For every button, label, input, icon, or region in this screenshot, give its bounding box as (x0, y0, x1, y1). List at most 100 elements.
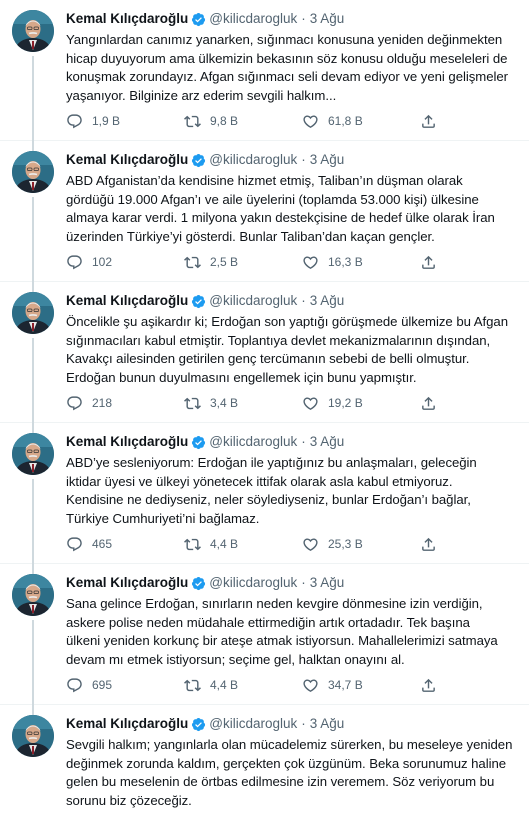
retweet-button[interactable]: 3,4 B (184, 395, 302, 412)
author-name[interactable]: Kemal Kılıçdaroğlu (66, 10, 188, 28)
like-button[interactable]: 16,3 B (302, 254, 420, 271)
tweet-timestamp[interactable]: 3 Ağu (310, 433, 345, 451)
reply-count: 218 (92, 396, 113, 410)
reply-button[interactable]: 218 (66, 395, 184, 412)
avatar[interactable] (12, 10, 54, 52)
tweet-timestamp[interactable]: 3 Ağu (310, 292, 345, 310)
verified-badge-icon (191, 12, 206, 27)
heart-icon (303, 114, 318, 128)
thread-connector-line (32, 338, 34, 434)
tweet-header: Kemal Kılıçdaroğlu @kilicdarogluk · 3 Ağ… (66, 433, 515, 451)
tweet-text: Yangınlardan canımız yanarken, sığınmacı… (66, 32, 509, 103)
author-handle[interactable]: @kilicdarogluk (209, 715, 297, 733)
retweet-count: 4,4 B (210, 537, 239, 551)
retweet-button[interactable]: 9,8 B (184, 113, 302, 130)
reply-count: 102 (92, 255, 113, 269)
share-icon (422, 537, 435, 551)
avatar[interactable] (12, 433, 54, 475)
like-button[interactable]: 34,7 B (302, 677, 420, 694)
retweet-count: 4,4 B (210, 678, 239, 692)
reply-button[interactable]: 465 (66, 536, 184, 553)
author-name[interactable]: Kemal Kılıçdaroğlu (66, 292, 188, 310)
author-name[interactable]: Kemal Kılıçdaroğlu (66, 433, 188, 451)
tweet[interactable]: Kemal Kılıçdaroğlu @kilicdarogluk · 3 Ağ… (0, 564, 529, 716)
retweet-icon (184, 679, 201, 691)
tweet[interactable]: Kemal Kılıçdaroğlu @kilicdarogluk · 3 Ağ… (0, 0, 529, 152)
retweet-button[interactable]: 4,4 B (184, 677, 302, 694)
like-count: 61,8 B (328, 114, 363, 128)
tweet-timestamp[interactable]: 3 Ağu (310, 151, 345, 169)
author-name[interactable]: Kemal Kılıçdaroğlu (66, 715, 188, 733)
reply-button[interactable]: 102 (66, 254, 184, 271)
tweet-text: ABD Afganistan’da kendisine hizmet etmiş… (66, 173, 495, 244)
tweet-actions: 695 4,4 B 34,7 B (66, 675, 450, 695)
avatar[interactable] (12, 715, 54, 757)
tweet-timestamp[interactable]: 3 Ağu (310, 574, 345, 592)
reply-count: 695 (92, 678, 113, 692)
thread-connector-line (32, 479, 34, 575)
like-button[interactable]: 25,3 B (302, 536, 420, 553)
reply-icon (67, 677, 82, 692)
tweet-text: Öncelikle şu aşikardır ki; Erdoğan son y… (66, 314, 508, 385)
tweet[interactable]: Kemal Kılıçdaroğlu @kilicdarogluk · 3 Ağ… (0, 423, 529, 575)
reply-count: 1,9 B (92, 114, 121, 128)
author-handle[interactable]: @kilicdarogluk (209, 151, 297, 169)
verified-badge-icon (191, 717, 206, 732)
share-button[interactable] (420, 536, 450, 553)
tweet-actions: 1,9 B 9,8 B 61,8 B (66, 111, 450, 131)
heart-icon (303, 255, 318, 269)
heart-icon (303, 678, 318, 692)
reply-icon (67, 395, 82, 410)
reply-button[interactable]: 695 (66, 677, 184, 694)
tweet-header: Kemal Kılıçdaroğlu @kilicdarogluk · 3 Ağ… (66, 292, 515, 310)
like-count: 25,3 B (328, 537, 363, 551)
share-icon (422, 396, 435, 410)
verified-badge-icon (191, 576, 206, 591)
reply-button[interactable]: 1,9 B (66, 113, 184, 130)
share-button[interactable] (420, 254, 450, 271)
tweet-actions: 102 2,5 B 16,3 B (66, 252, 450, 272)
author-name[interactable]: Kemal Kılıçdaroğlu (66, 574, 188, 592)
avatar[interactable] (12, 292, 54, 334)
author-handle[interactable]: @kilicdarogluk (209, 433, 297, 451)
verified-badge-icon (191, 294, 206, 309)
share-button[interactable] (420, 113, 450, 130)
retweet-count: 3,4 B (210, 396, 239, 410)
reply-icon (67, 536, 82, 551)
retweet-icon (184, 538, 201, 550)
retweet-icon (184, 115, 201, 127)
share-button[interactable] (420, 395, 450, 412)
retweet-icon (184, 397, 201, 409)
separator-dot: · (301, 575, 306, 590)
avatar[interactable] (12, 574, 54, 616)
author-handle[interactable]: @kilicdarogluk (209, 292, 297, 310)
retweet-button[interactable]: 2,5 B (184, 254, 302, 271)
retweet-button[interactable]: 4,4 B (184, 536, 302, 553)
share-icon (422, 255, 435, 269)
thread-connector-line (32, 620, 34, 716)
separator-dot: · (301, 434, 306, 449)
like-button[interactable]: 19,2 B (302, 395, 420, 412)
tweet[interactable]: Kemal Kılıçdaroğlu @kilicdarogluk · 3 Ağ… (0, 705, 529, 824)
reply-icon (67, 113, 82, 128)
tweet-text: Sevgili halkım; yangınlarla olan mücadel… (66, 737, 513, 808)
author-handle[interactable]: @kilicdarogluk (209, 574, 297, 592)
heart-icon (303, 537, 318, 551)
share-button[interactable] (420, 677, 450, 694)
tweet[interactable]: Kemal Kılıçdaroğlu @kilicdarogluk · 3 Ağ… (0, 141, 529, 293)
retweet-count: 2,5 B (210, 255, 239, 269)
tweet-timestamp[interactable]: 3 Ağu (310, 715, 345, 733)
tweet-header: Kemal Kılıçdaroğlu @kilicdarogluk · 3 Ağ… (66, 151, 515, 169)
tweet-timestamp[interactable]: 3 Ağu (310, 10, 345, 28)
like-button[interactable]: 61,8 B (302, 113, 420, 130)
tweet[interactable]: Kemal Kılıçdaroğlu @kilicdarogluk · 3 Ağ… (0, 282, 529, 434)
author-name[interactable]: Kemal Kılıçdaroğlu (66, 151, 188, 169)
retweet-icon (184, 256, 201, 268)
heart-icon (303, 396, 318, 410)
reply-count: 465 (92, 537, 113, 551)
verified-badge-icon (191, 153, 206, 168)
author-handle[interactable]: @kilicdarogluk (209, 10, 297, 28)
avatar[interactable] (12, 151, 54, 193)
tweet-header: Kemal Kılıçdaroğlu @kilicdarogluk · 3 Ağ… (66, 10, 515, 28)
like-count: 34,7 B (328, 678, 363, 692)
